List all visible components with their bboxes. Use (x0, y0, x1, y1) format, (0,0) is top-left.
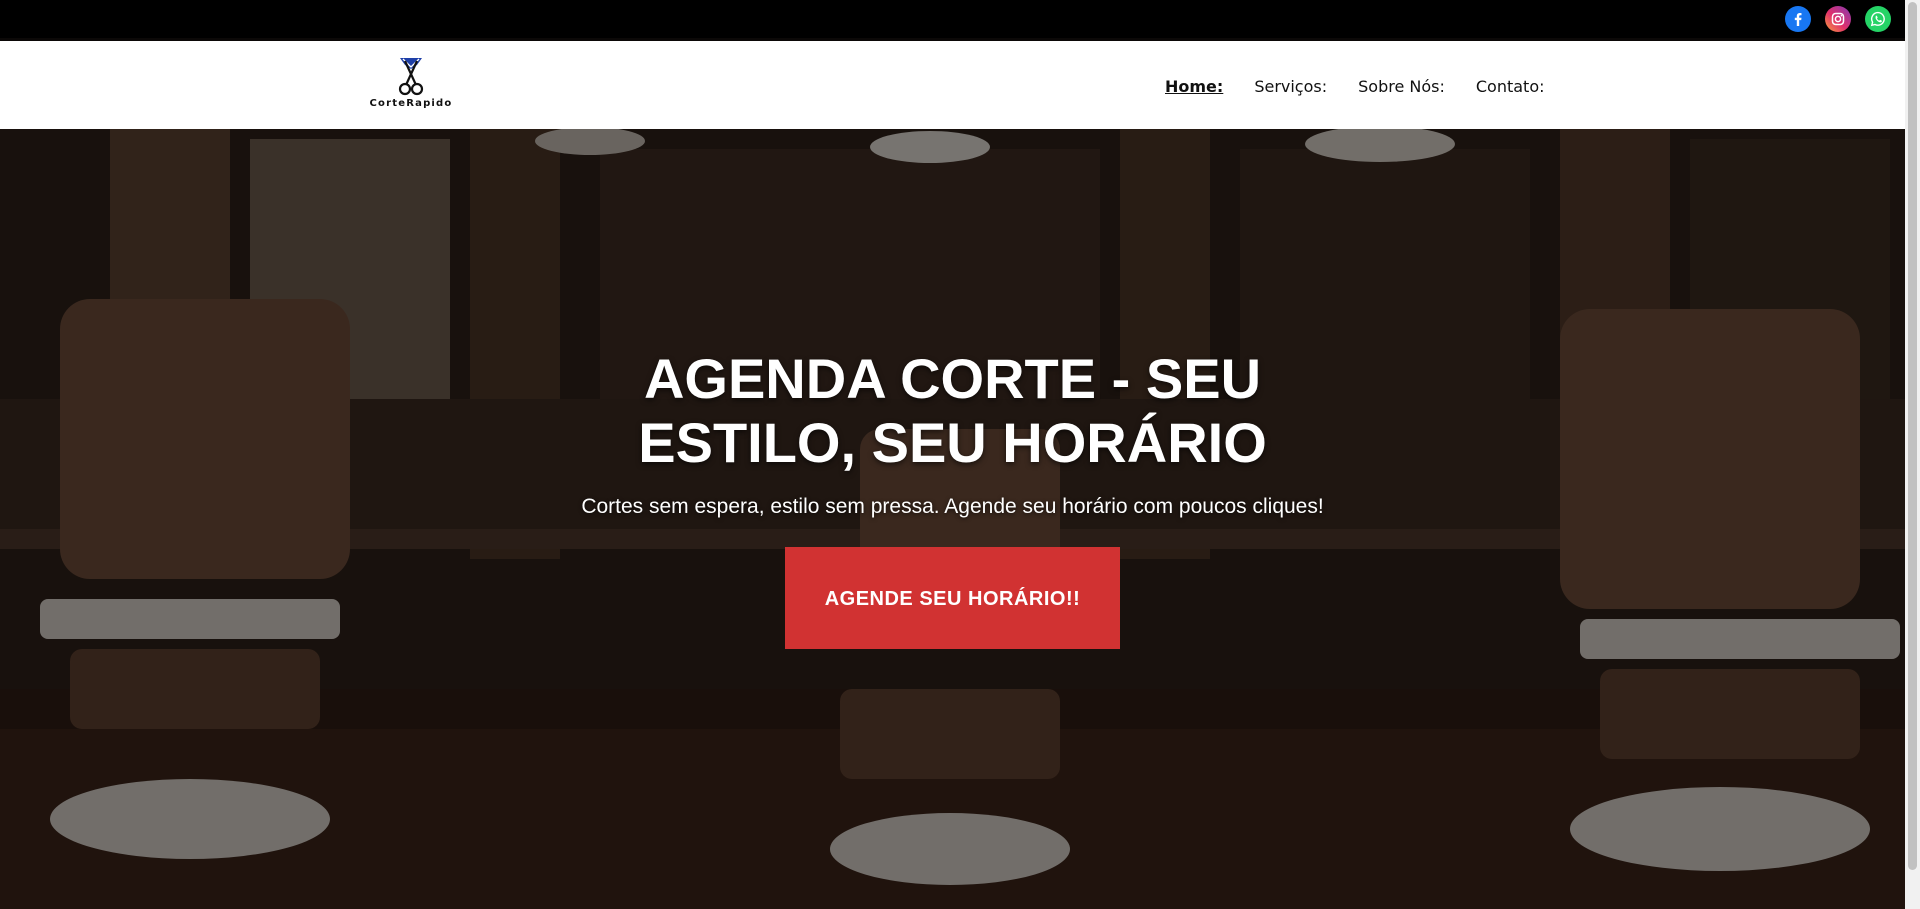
nav-item-sobre-nos[interactable]: Sobre Nós: (1358, 77, 1445, 96)
book-appointment-button[interactable]: AGENDE SEU HORÁRIO!! (785, 547, 1120, 649)
hero-section: AGENDA CORTE - SEU ESTILO, SEU HORÁRIO C… (0, 129, 1905, 909)
nav-item-servicos[interactable]: Serviços: (1254, 77, 1327, 96)
instagram-icon[interactable] (1825, 6, 1851, 32)
nav-menu: Home: Serviços: Sobre Nós: Contato: (1165, 77, 1545, 96)
brand-name: CorteRapido (369, 98, 453, 109)
hero-subtitle: Cortes sem espera, estilo sem pressa. Ag… (581, 495, 1324, 518)
hero-title: AGENDA CORTE - SEU ESTILO, SEU HORÁRIO (638, 347, 1267, 474)
top-bar (0, 0, 1905, 38)
scissors-icon (398, 58, 424, 96)
page-scrollbar[interactable] (1905, 0, 1920, 909)
nav-item-home[interactable]: Home: (1165, 77, 1223, 96)
scrollbar-thumb[interactable] (1908, 2, 1917, 870)
brand-logo[interactable]: CorteRapido (368, 57, 454, 115)
whatsapp-icon[interactable] (1865, 6, 1891, 32)
nav-item-contato[interactable]: Contato: (1476, 77, 1545, 96)
facebook-icon[interactable] (1785, 6, 1811, 32)
hero-content: AGENDA CORTE - SEU ESTILO, SEU HORÁRIO C… (0, 347, 1905, 649)
social-links (1785, 6, 1891, 32)
main-navbar: CorteRapido Home: Serviços: Sobre Nós: C… (0, 41, 1905, 129)
